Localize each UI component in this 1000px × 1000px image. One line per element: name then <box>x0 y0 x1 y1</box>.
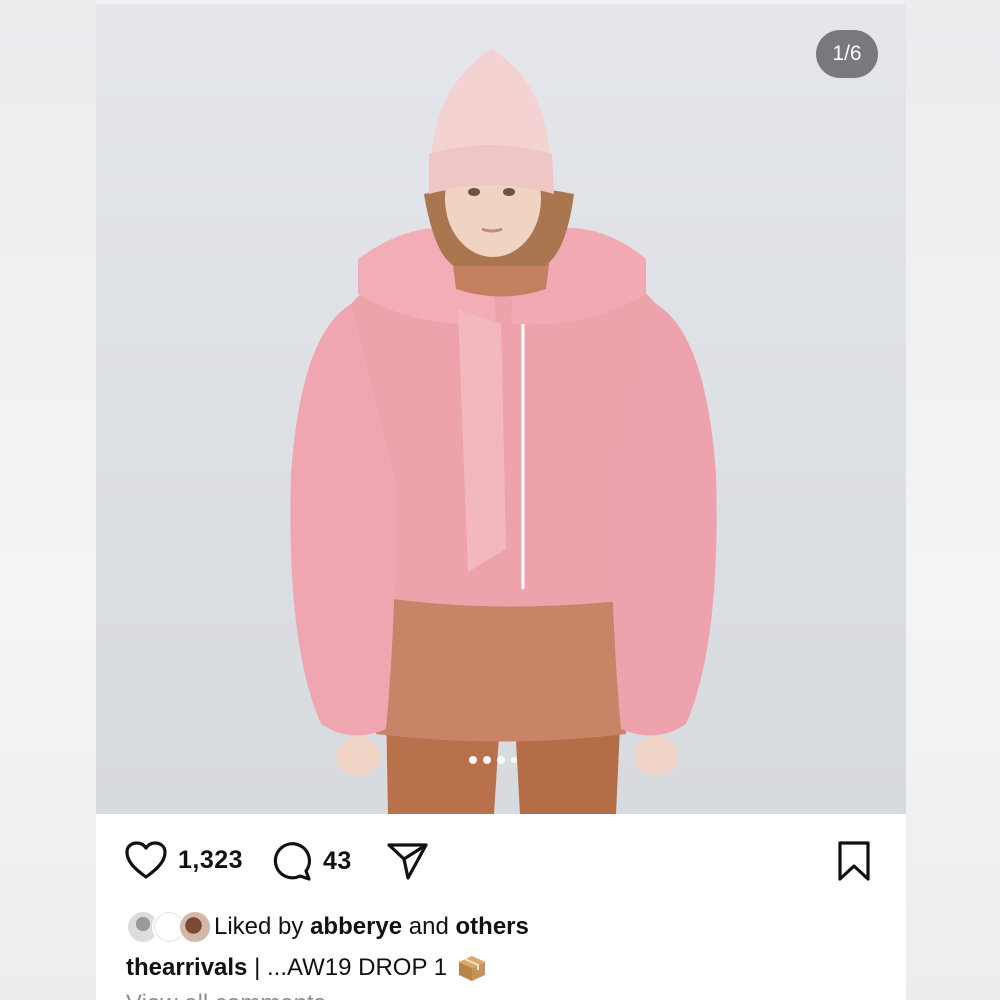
instagram-post: 1/6 1,323 43 Liked by abberye and others… <box>96 4 906 1000</box>
liked-by-username[interactable]: abberye <box>310 913 402 941</box>
liked-by-and: and <box>402 913 456 940</box>
background-blur-right <box>904 0 1000 1000</box>
comment-bubble-icon <box>273 842 311 881</box>
post-image[interactable]: 1/6 <box>96 4 906 814</box>
save-button[interactable] <box>836 840 872 882</box>
carousel-indicator <box>469 756 517 764</box>
package-box-icon <box>457 954 487 982</box>
liked-by-row[interactable]: Liked by abberye and others <box>126 908 529 946</box>
comment-count: 43 <box>323 846 352 875</box>
like-button[interactable]: 1,323 <box>124 840 243 880</box>
post-photo-illustration <box>290 49 717 814</box>
liked-by-prefix: Liked by <box>214 913 311 940</box>
comment-button[interactable]: 43 <box>271 840 352 882</box>
background-blur-left <box>0 0 96 1000</box>
post-caption: thearrivals | ...AW19 DROP 1 <box>126 948 487 988</box>
heart-icon <box>125 841 167 879</box>
liker-avatars <box>126 910 212 944</box>
bookmark-icon <box>838 841 870 881</box>
avatar <box>178 910 212 944</box>
like-count: 1,323 <box>178 845 244 874</box>
carousel-dot-active <box>469 756 477 764</box>
carousel-dot <box>511 757 517 763</box>
liked-by-others[interactable]: others <box>456 913 529 941</box>
carousel-dot <box>483 756 491 764</box>
image-counter-badge: 1/6 <box>816 30 878 78</box>
paper-plane-icon <box>387 843 428 880</box>
caption-text: | ...AW19 DROP 1 <box>247 954 448 981</box>
view-all-comments-link[interactable]: View all comments <box>126 990 326 1000</box>
share-button[interactable] <box>386 840 430 882</box>
caption-username[interactable]: thearrivals <box>126 954 247 982</box>
post-action-bar: 1,323 43 <box>96 830 906 894</box>
carousel-dot <box>497 756 505 764</box>
